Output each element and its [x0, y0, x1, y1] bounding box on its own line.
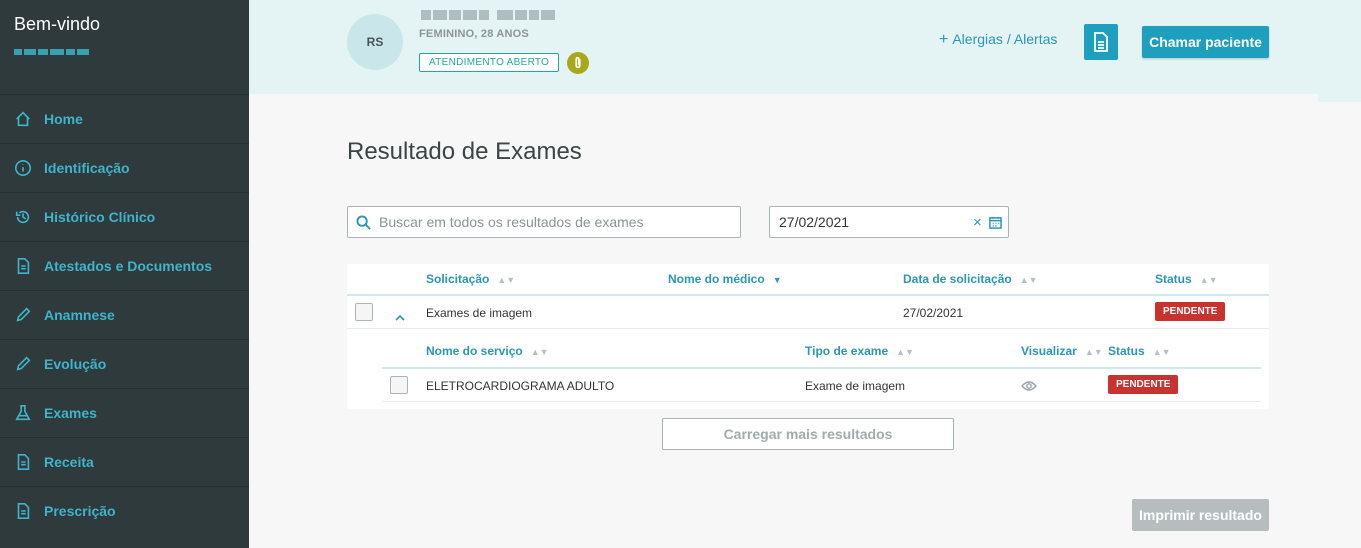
search-box — [347, 206, 741, 238]
username-redacted — [14, 42, 98, 66]
document-button[interactable] — [1084, 24, 1118, 60]
date-filter: × — [769, 206, 1009, 238]
sort-icon: ▲▼ — [1152, 347, 1171, 357]
column-label: Status — [1155, 272, 1192, 286]
document-icon — [13, 501, 33, 521]
status-badge: PENDENTE — [1108, 375, 1179, 394]
sidebar-item-historico[interactable]: Histórico Clínico — [0, 192, 249, 241]
column-data-solicitacao[interactable]: Data de solicitação ▲▼ — [903, 272, 1038, 286]
cell-servico: ELETROCARDIOGRAMA ADULTO — [426, 379, 615, 393]
clear-date-icon[interactable]: × — [973, 214, 985, 231]
row-checkbox[interactable] — [390, 376, 408, 394]
allergies-alerts-label: Alergias / Alertas — [952, 31, 1058, 47]
sort-desc-icon: ▼ — [772, 275, 782, 285]
paperclip-icon[interactable] — [567, 52, 589, 74]
pencil-icon — [13, 305, 33, 325]
sidebar-item-label: Identificação — [44, 160, 130, 176]
sidebar-nav: Home Identificação Histórico Clínico Ate… — [0, 94, 249, 535]
sidebar-item-label: Anamnese — [44, 307, 115, 323]
page-title: Resultado de Exames — [347, 138, 582, 165]
sidebar-item-anamnese[interactable]: Anamnese — [0, 290, 249, 339]
patient-header: RS FEMININO, 28 ANOS ATENDIMENTO ABERTO … — [249, 0, 1361, 94]
load-more-button[interactable]: Carregar mais resultados — [662, 418, 954, 450]
column-solicitacao[interactable]: Solicitação ▲▼ — [426, 272, 515, 286]
sidebar-item-identificacao[interactable]: Identificação — [0, 143, 249, 192]
column-sub-status[interactable]: Status ▲▼ — [1108, 344, 1171, 358]
print-result-button[interactable]: Imprimir resultado — [1132, 499, 1269, 531]
column-nome-servico[interactable]: Nome do serviço ▲▼ — [426, 344, 549, 358]
search-icon — [356, 214, 371, 230]
row-checkbox[interactable] — [355, 303, 373, 321]
sidebar-item-label: Histórico Clínico — [44, 209, 156, 225]
column-label: Tipo de exame — [805, 344, 889, 358]
sort-icon: ▲▼ — [896, 347, 914, 357]
document-icon — [1094, 32, 1108, 52]
status-badge: PENDENTE — [1155, 302, 1226, 321]
sort-icon: ▲▼ — [497, 275, 516, 285]
table-row[interactable]: ELETROCARDIOGRAMA ADULTO Exame de imagem… — [382, 370, 1261, 402]
sidebar-item-prescricao[interactable]: Prescrição — [0, 486, 249, 535]
sidebar-item-exames[interactable]: Exames — [0, 388, 249, 437]
results-table: Solicitação ▲▼ Nome do médico ▼ Data de so… — [347, 264, 1269, 409]
eye-icon[interactable] — [1021, 379, 1037, 397]
patient-info: FEMININO, 28 ANOS — [419, 28, 529, 40]
sub-table-header: Nome do serviço ▲▼ Tipo de exame ▲▼ Visual… — [382, 330, 1261, 369]
header-extension — [1318, 94, 1361, 102]
table-row[interactable]: Exames de imagem 27/02/2021 PENDENTE — [347, 297, 1269, 329]
patient-avatar: RS — [347, 14, 403, 70]
search-input[interactable] — [379, 214, 719, 230]
welcome-text: Bem-vindo — [14, 14, 101, 34]
status-badge: ATENDIMENTO ABERTO — [419, 53, 560, 72]
column-visualizar[interactable]: Visualizar ▲▼ — [1021, 344, 1103, 358]
cell-tipo: Exame de imagem — [805, 379, 906, 393]
sidebar-item-label: Home — [44, 111, 83, 127]
history-icon — [13, 207, 33, 227]
sidebar-item-label: Receita — [44, 454, 94, 470]
document-icon — [13, 452, 33, 472]
cell-solicitacao: Exames de imagem — [426, 306, 533, 320]
sort-icon: ▲▼ — [1019, 275, 1038, 285]
sidebar-item-label: Atestados e Documentos — [44, 258, 213, 274]
column-label: Nome do serviço — [426, 344, 523, 358]
sidebar-item-label: Evolução — [44, 356, 107, 372]
sort-icon: ▲▼ — [1084, 347, 1103, 357]
sidebar: Bem-vindo Home Identificação Histórico C… — [0, 0, 249, 548]
column-tipo-exame[interactable]: Tipo de exame ▲▼ — [805, 344, 914, 358]
sidebar-item-receita[interactable]: Receita — [0, 437, 249, 486]
chevron-up-icon[interactable] — [395, 308, 405, 321]
home-icon — [13, 109, 33, 129]
table-header: Solicitação ▲▼ Nome do médico ▼ Data de so… — [347, 264, 1269, 296]
column-label: Solicitação — [426, 272, 490, 286]
sidebar-item-atestados[interactable]: Atestados e Documentos — [0, 241, 249, 290]
column-nome-medico[interactable]: Nome do médico ▼ — [668, 272, 782, 286]
info-icon — [13, 158, 33, 178]
allergies-alerts-link[interactable]: + Alergias / Alertas — [939, 31, 1057, 49]
sort-icon: ▲▼ — [530, 347, 549, 357]
column-label: Status — [1108, 344, 1145, 358]
sidebar-item-home[interactable]: Home — [0, 94, 249, 143]
calendar-icon[interactable] — [989, 216, 1002, 229]
document-icon — [13, 256, 33, 276]
cell-data: 27/02/2021 — [903, 306, 964, 320]
date-input[interactable] — [779, 214, 969, 230]
patient-name-redacted — [421, 10, 555, 20]
sidebar-item-label: Exames — [44, 405, 97, 421]
sidebar-item-evolucao[interactable]: Evolução — [0, 339, 249, 388]
call-patient-button[interactable]: Chamar paciente — [1142, 26, 1269, 58]
sidebar-item-label: Prescrição — [44, 503, 116, 519]
pencil-icon — [13, 354, 33, 374]
flask-icon — [13, 403, 33, 423]
sort-icon: ▲▼ — [1199, 275, 1218, 285]
column-label: Visualizar — [1021, 344, 1077, 358]
column-status[interactable]: Status ▲▼ — [1155, 272, 1218, 286]
plus-icon: + — [939, 31, 949, 48]
column-label: Data de solicitação — [903, 272, 1012, 286]
column-label: Nome do médico — [668, 272, 765, 286]
